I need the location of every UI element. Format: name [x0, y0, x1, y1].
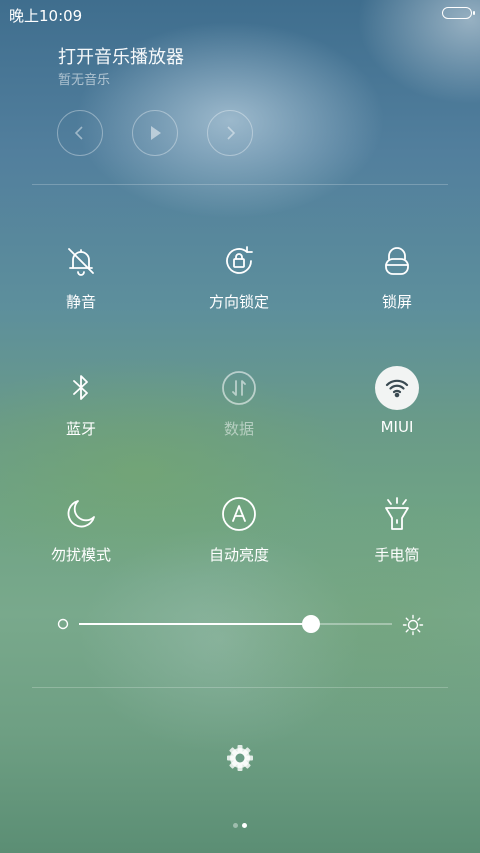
toggle-label: MIUI — [380, 418, 414, 436]
brightness-slider[interactable] — [79, 615, 392, 633]
lock-icon — [373, 237, 421, 285]
divider-top — [32, 184, 448, 185]
bluetooth-icon — [57, 364, 105, 412]
toggle-lock-screen[interactable]: 锁屏 — [337, 237, 457, 312]
toggle-label: 数据 — [223, 420, 254, 438]
next-icon — [227, 126, 236, 140]
brightness-slider-knob[interactable] — [301, 615, 320, 633]
previous-icon — [74, 126, 83, 140]
toggle-label: 方向锁定 — [208, 293, 269, 311]
toggle-label: 蓝牙 — [65, 420, 96, 438]
status-time: 晚上10:09 — [9, 7, 83, 25]
data-icon — [215, 364, 263, 412]
toggle-auto-brightness[interactable]: 自动亮度 — [179, 490, 299, 565]
toggle-label: 锁屏 — [381, 293, 412, 311]
toggle-label: 静音 — [65, 293, 96, 311]
toggle-rotation-lock[interactable]: 方向锁定 — [179, 237, 299, 312]
battery-icon — [442, 7, 475, 19]
music-title[interactable]: 打开音乐播放器 — [58, 43, 184, 69]
rotation-lock-icon — [215, 237, 263, 285]
page-indicator — [231, 813, 249, 832]
next-button[interactable] — [207, 110, 253, 156]
bell-off-icon — [57, 237, 105, 285]
toggle-label: 手电筒 — [374, 546, 420, 564]
settings-gear-icon[interactable] — [225, 743, 255, 773]
previous-button[interactable] — [57, 110, 103, 156]
toggle-data[interactable]: 数据 — [179, 364, 299, 439]
flashlight-icon — [373, 490, 421, 538]
auto-brightness-icon — [215, 490, 263, 538]
toggle-mute[interactable]: 静音 — [21, 237, 141, 312]
toggle-label: 勿扰模式 — [50, 546, 111, 564]
page-dot[interactable] — [242, 823, 247, 828]
play-icon — [151, 126, 161, 140]
moon-icon — [57, 490, 105, 538]
toggle-do-not-disturb[interactable]: 勿扰模式 — [21, 490, 141, 565]
brightness-low-icon — [57, 618, 69, 630]
toggle-label: 自动亮度 — [208, 546, 269, 564]
play-button[interactable] — [132, 110, 178, 156]
wifi-icon — [375, 366, 419, 410]
brightness-high-icon — [402, 614, 424, 636]
brightness-slider-fill — [79, 623, 311, 625]
toggle-bluetooth[interactable]: 蓝牙 — [21, 364, 141, 439]
page-dot[interactable] — [233, 823, 238, 828]
toggle-wifi[interactable]: MIUI — [337, 364, 457, 436]
toggle-flashlight[interactable]: 手电筒 — [337, 490, 457, 565]
divider-bottom — [32, 687, 448, 688]
wifi-toggle-circle — [373, 364, 421, 412]
music-subtitle: 暂无音乐 — [58, 73, 111, 88]
status-bar: 晚上10:09 — [0, 0, 480, 28]
